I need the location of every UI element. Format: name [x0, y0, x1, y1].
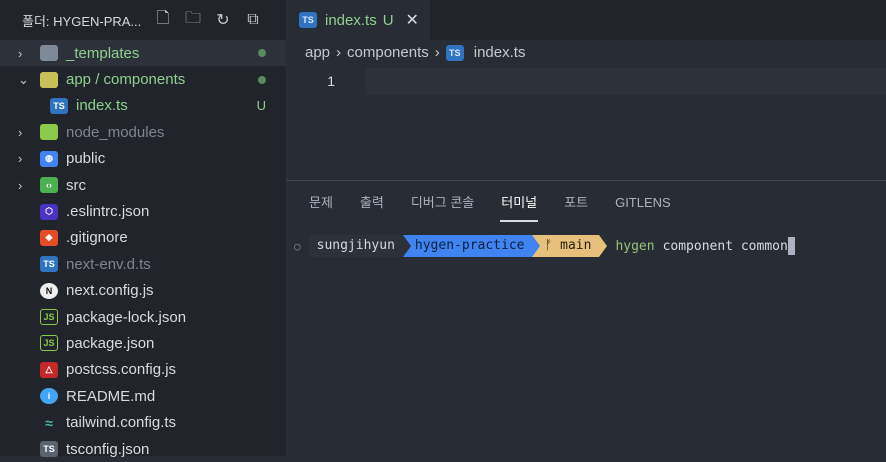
- tailwind-icon: ≈: [40, 414, 58, 431]
- tree-item-label: next-env.d.ts: [66, 255, 151, 273]
- tab-label: index.ts: [325, 11, 377, 29]
- tree-item[interactable]: ◆ .gitignore: [0, 225, 286, 251]
- branch-name: main: [560, 238, 592, 253]
- tree-item[interactable]: TS tsconfig.json: [0, 436, 286, 462]
- breadcrumb-item[interactable]: index.ts: [474, 44, 526, 61]
- tree-item-label: app / components: [66, 71, 186, 89]
- chevron-right-icon: ›: [18, 177, 23, 193]
- typescript-icon: TS: [445, 44, 464, 61]
- tree-item[interactable]: › ‹› src: [0, 172, 286, 198]
- git-branch-icon: ᚠ: [544, 238, 561, 253]
- node-folder-icon: [40, 124, 58, 141]
- chevron-right-icon: ›: [434, 44, 440, 61]
- explorer-header: 폴더: HYGEN-PRA... 🗋 🗀 ↻ ⧉: [0, 0, 286, 40]
- tree-item[interactable]: › _templates: [0, 40, 286, 67]
- tree-item-label: public: [66, 150, 106, 168]
- folder-open-icon: [40, 71, 58, 88]
- panel-tab[interactable]: 터미널: [500, 192, 539, 222]
- eslint-icon: ⬡: [40, 203, 58, 220]
- tab-index-ts[interactable]: TS index.ts U ✕: [286, 0, 430, 40]
- close-icon[interactable]: ✕: [406, 10, 419, 30]
- editor-current-line[interactable]: [366, 68, 886, 95]
- tree-item[interactable]: TS next-env.d.ts: [0, 251, 286, 277]
- terminal-cursor: [787, 237, 795, 255]
- command-args: component common: [662, 238, 788, 254]
- tree-item-label: index.ts: [76, 97, 128, 115]
- breadcrumb-item[interactable]: app: [305, 44, 330, 61]
- tree-item[interactable]: i README.md: [0, 383, 286, 409]
- prompt-user: sungjihyun: [308, 235, 403, 257]
- collapse-icon[interactable]: ⧉: [238, 11, 268, 29]
- tree-item-label: .eslintrc.json: [66, 203, 150, 221]
- tree-item-label: tailwind.config.ts: [66, 414, 177, 432]
- nodejs-icon: JS: [40, 335, 58, 352]
- panel-tab[interactable]: 출력: [360, 192, 384, 214]
- new-file-icon[interactable]: 🗋: [148, 7, 178, 34]
- modified-dot-icon: [258, 49, 266, 58]
- typescript-icon: TS: [299, 12, 317, 28]
- tree-item[interactable]: JS package.json: [0, 330, 286, 356]
- chevron-right-icon: ›: [18, 45, 23, 61]
- breadcrumb-item[interactable]: components: [347, 44, 429, 61]
- panel-tab[interactable]: 포트: [564, 192, 588, 214]
- terminal-prompt[interactable]: ○ sungjihyun hygen-practice ᚠ main hygen…: [294, 234, 795, 258]
- explorer-sidebar: 폴더: HYGEN-PRA... 🗋 🗀 ↻ ⧉ › _templates ⌄ app…: [0, 0, 286, 458]
- tree-item-label: README.md: [66, 387, 156, 405]
- circle-icon: ○: [294, 239, 301, 253]
- next-icon: N: [40, 282, 58, 299]
- panel-tab[interactable]: 디버그 콘솔: [411, 192, 474, 214]
- tree-item-label: package-lock.json: [66, 308, 187, 326]
- modified-dot-icon: [258, 75, 266, 84]
- tree-item[interactable]: › ◍ public: [0, 146, 286, 172]
- git-icon: ◆: [40, 229, 58, 246]
- new-folder-icon[interactable]: 🗀: [178, 7, 208, 34]
- command: hygen: [615, 238, 655, 254]
- tree-item[interactable]: △ postcss.config.js: [0, 357, 286, 383]
- prompt-dir: hygen-practice: [402, 235, 533, 257]
- typescript-icon: TS: [50, 97, 68, 114]
- file-tree: › _templates ⌄ app / components TS index.ts U ›…: [0, 40, 286, 462]
- tree-item[interactable]: Nnext.config.js: [0, 278, 286, 304]
- tree-item-label: node_modules: [66, 123, 165, 141]
- tab-status: U: [382, 11, 394, 29]
- tree-item[interactable]: ≈ tailwind.config.ts: [0, 409, 286, 435]
- tree-item-label: .gitignore: [66, 229, 128, 247]
- breadcrumb: app › components › TS index.ts: [305, 44, 525, 61]
- tree-item-label: src: [66, 176, 86, 194]
- postcss-icon: △: [40, 361, 58, 378]
- panel-tab[interactable]: 문제: [309, 192, 333, 214]
- public-folder-icon: ◍: [40, 150, 58, 167]
- tree-item[interactable]: ⬡ .eslintrc.json: [0, 198, 286, 224]
- editor-tab-bar: TS index.ts U ✕: [286, 0, 886, 40]
- tree-item[interactable]: JS package-lock.json: [0, 304, 286, 330]
- tree-item-label: postcss.config.js: [66, 361, 177, 379]
- folder-icon: [40, 45, 58, 62]
- tree-item-label: _templates: [66, 44, 140, 62]
- typescript-icon: TS: [40, 256, 58, 273]
- tsconfig-icon: TS: [40, 441, 58, 458]
- refresh-icon[interactable]: ↻: [208, 10, 238, 30]
- chevron-down-icon: ⌄: [18, 71, 29, 87]
- tree-item[interactable]: ⌄ app / components: [0, 66, 286, 92]
- bottom-panel: 문제 출력 디버그 콘솔 터미널 포트 GITLENS ○ sungjihyun hyge…: [286, 180, 886, 456]
- prompt-branch: ᚠ main: [532, 235, 600, 257]
- tree-item-label: tsconfig.json: [66, 440, 150, 458]
- tree-item-label: next.config.js: [66, 282, 154, 300]
- nodejs-icon: JS: [40, 309, 58, 326]
- tree-item-label: package.json: [66, 334, 155, 352]
- line-number: 1: [327, 73, 335, 89]
- panel-tab[interactable]: GITLENS: [615, 192, 671, 214]
- info-icon: i: [40, 388, 58, 405]
- src-folder-icon: ‹›: [40, 177, 58, 194]
- tree-item[interactable]: TS index.ts U: [0, 93, 286, 119]
- git-status-badge: U: [256, 98, 266, 114]
- panel-tabs: 문제 출력 디버그 콘솔 터미널 포트 GITLENS: [286, 181, 886, 225]
- chevron-right-icon: ›: [336, 44, 342, 61]
- tree-item[interactable]: › node_modules: [0, 119, 286, 145]
- chevron-right-icon: ›: [18, 151, 23, 167]
- explorer-title: 폴더: HYGEN-PRA...: [22, 13, 142, 29]
- chevron-right-icon: ›: [18, 124, 23, 140]
